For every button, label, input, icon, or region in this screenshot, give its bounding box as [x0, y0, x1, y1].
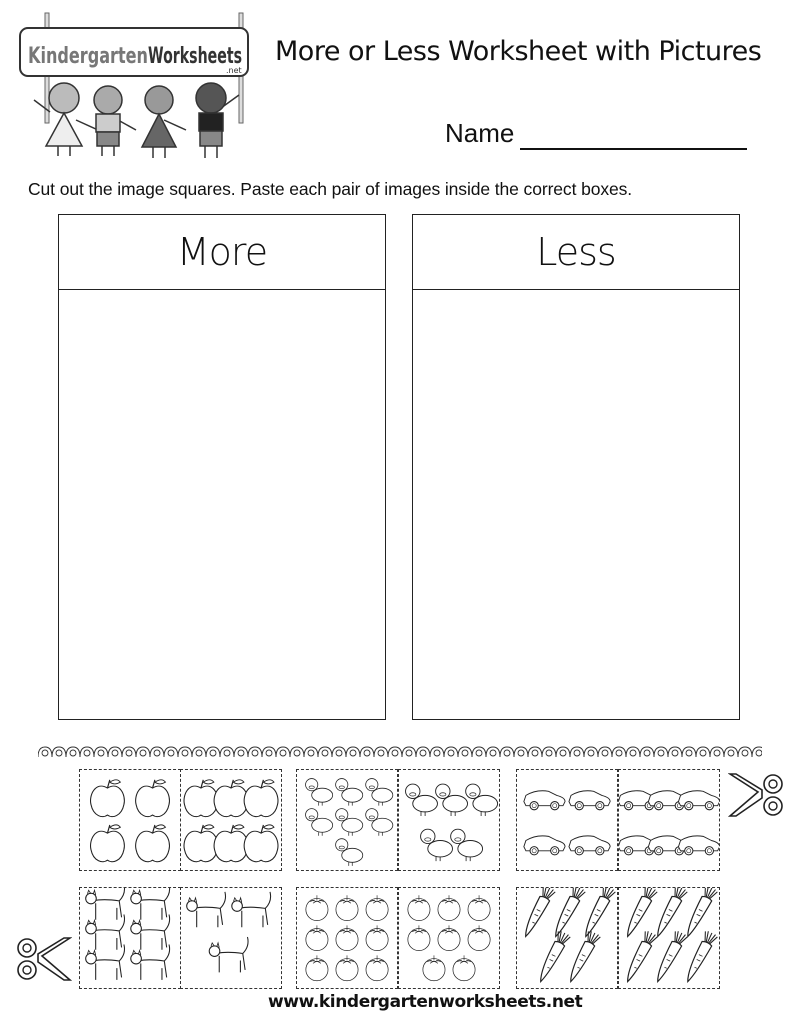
carrot-icon-group — [627, 888, 718, 983]
tomato-icon-group — [407, 895, 491, 982]
car-icon-group — [619, 790, 719, 856]
cutout-card-apple-4[interactable] — [79, 769, 181, 871]
apple-icon-group — [90, 779, 170, 863]
footer-website-url: www.kindergartenworksheets.net — [268, 992, 583, 1012]
cutout-card-apple-6[interactable] — [180, 769, 282, 871]
name-label: Name — [445, 118, 515, 148]
scissors-icon — [16, 932, 73, 986]
apple-icon-group — [183, 779, 279, 863]
tomato-icon-group — [305, 895, 389, 982]
car-icon-group — [523, 790, 611, 856]
cat-icon-group — [85, 888, 171, 980]
cutout-card-tomato-9[interactable] — [296, 887, 398, 989]
logo-text-net: .net — [226, 66, 242, 75]
cutout-card-car-4[interactable] — [516, 769, 618, 871]
more-panel: More — [58, 214, 386, 720]
duck-icon-group — [405, 783, 499, 862]
cutout-card-carrot-6[interactable] — [618, 887, 720, 989]
name-input-line[interactable] — [520, 148, 747, 150]
cutout-card-duck-5[interactable] — [398, 769, 500, 871]
worksheet-title: More or Less Worksheet with Pictures — [275, 36, 762, 67]
duck-icon-group — [305, 778, 394, 866]
more-panel-heading: More — [59, 215, 385, 290]
cutout-card-car-6[interactable] — [618, 769, 720, 871]
cat-icon-group — [186, 891, 272, 973]
cutout-card-cat-3[interactable] — [180, 887, 282, 989]
cutout-card-tomato-8[interactable] — [398, 887, 500, 989]
less-paste-area[interactable] — [413, 290, 739, 720]
less-panel: Less — [412, 214, 740, 720]
cutout-card-carrot-5[interactable] — [516, 887, 618, 989]
more-paste-area[interactable] — [59, 290, 385, 720]
less-panel-heading: Less — [413, 215, 739, 290]
carrot-icon-group — [525, 888, 616, 983]
cut-line-border — [37, 744, 767, 758]
instructions-text: Cut out the image squares. Paste each pa… — [28, 179, 633, 199]
cutout-card-cat-6[interactable] — [79, 887, 181, 989]
site-logo: Kindergarten Worksheets .net — [16, 10, 252, 160]
logo-text-kindergarten: Kindergarten — [28, 44, 148, 69]
scissors-icon — [727, 768, 784, 822]
cutout-card-duck-7[interactable] — [296, 769, 398, 871]
